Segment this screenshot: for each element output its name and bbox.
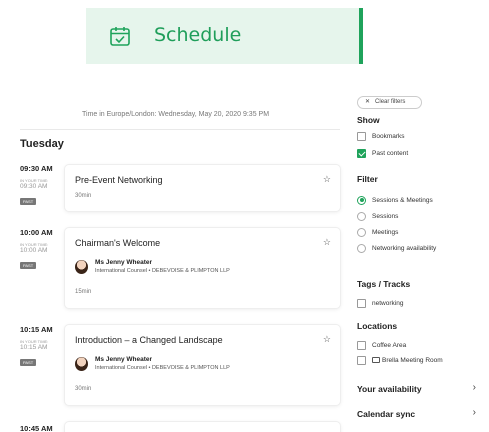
option-label: Sessions bbox=[372, 212, 399, 220]
divider bbox=[20, 129, 340, 130]
banner-accent-bar bbox=[359, 8, 363, 64]
option-label: Coffee Area bbox=[372, 341, 407, 349]
option-label: networking bbox=[372, 299, 404, 307]
past-badge: PAST bbox=[20, 359, 37, 366]
speaker-role: International Counsel • DEBEVOISE & PLIM… bbox=[95, 268, 230, 274]
session-duration: 30min bbox=[75, 193, 92, 199]
session-title[interactable]: Introduction – a Changed Landscape bbox=[75, 335, 223, 345]
checkbox[interactable] bbox=[357, 340, 366, 350]
slot-time: 10:45 AM bbox=[20, 424, 53, 432]
session-title[interactable]: Chairman's Welcome bbox=[75, 238, 160, 248]
time-slot: 10:45 AM bbox=[20, 424, 68, 432]
chevron-right-icon[interactable]: › bbox=[473, 382, 476, 393]
timezone-note: Time in Europe/London: Wednesday, May 20… bbox=[82, 111, 270, 118]
slot-time: 09:30 AM bbox=[20, 164, 53, 173]
radio[interactable] bbox=[357, 211, 366, 221]
availability-label: Your availability bbox=[357, 384, 422, 394]
time-slot: 10:15 AM IN YOUR TIME: 10:15 AM PAST bbox=[20, 325, 68, 369]
session-card[interactable]: Introduction – a Changed Landscape ☆ Ms … bbox=[65, 325, 340, 405]
slot-time: 10:00 AM bbox=[20, 228, 53, 237]
bookmark-star-icon[interactable]: ☆ bbox=[323, 174, 331, 185]
checkbox[interactable] bbox=[357, 355, 366, 365]
speaker-name[interactable]: Ms Jenny Wheater bbox=[95, 259, 152, 266]
clear-filters-button[interactable]: ✕ Clear filters bbox=[357, 96, 422, 109]
speaker-avatar[interactable] bbox=[75, 357, 88, 371]
speaker-role: International Counsel • DEBEVOISE & PLIM… bbox=[95, 365, 230, 371]
chevron-right-icon[interactable]: › bbox=[473, 407, 476, 418]
schedule-banner: Schedule bbox=[86, 8, 363, 64]
location-option-coffee-area[interactable]: Coffee Area bbox=[357, 340, 406, 350]
time-slot: 09:30 AM IN YOUR TIME: 09:30 AM PAST bbox=[20, 164, 68, 208]
location-option-meeting-room[interactable]: Brella Meeting Room bbox=[357, 355, 443, 365]
checkbox[interactable] bbox=[357, 131, 366, 141]
bookmark-star-icon[interactable]: ☆ bbox=[323, 334, 331, 345]
calendar-check-icon bbox=[110, 27, 130, 46]
clear-filters-label: Clear filters bbox=[375, 99, 406, 105]
filter-heading: Filter bbox=[357, 174, 378, 184]
close-icon: ✕ bbox=[365, 99, 371, 105]
option-label: Bookmarks bbox=[372, 132, 405, 140]
option-label: Sessions & Meetings bbox=[372, 196, 433, 204]
filter-option-sessions[interactable]: Sessions bbox=[357, 211, 398, 221]
your-time: 10:15 AM bbox=[20, 344, 48, 351]
checkbox[interactable] bbox=[357, 298, 366, 308]
option-label: Networking availability bbox=[372, 244, 437, 252]
option-label: Meetings bbox=[372, 228, 399, 236]
past-badge: PAST bbox=[20, 198, 37, 205]
session-title[interactable]: Pre-Event Networking bbox=[75, 175, 163, 185]
session-card[interactable] bbox=[65, 422, 340, 432]
time-slot: 10:00 AM IN YOUR TIME: 10:00 AM PAST bbox=[20, 228, 68, 272]
show-option-past-content[interactable]: Past content bbox=[357, 148, 408, 158]
slot-time: 10:15 AM bbox=[20, 325, 53, 334]
radio[interactable] bbox=[357, 243, 366, 253]
your-time: 09:30 AM bbox=[20, 183, 48, 190]
radio-selected[interactable] bbox=[357, 195, 366, 205]
tag-option-networking[interactable]: networking bbox=[357, 298, 403, 308]
filter-option-networking-availability[interactable]: Networking availability bbox=[357, 243, 436, 253]
checkbox-checked[interactable] bbox=[357, 148, 366, 158]
day-heading: Tuesday bbox=[20, 138, 64, 150]
session-duration: 15min bbox=[75, 289, 92, 295]
filter-option-sessions-meetings[interactable]: Sessions & Meetings bbox=[357, 195, 433, 205]
filter-option-meetings[interactable]: Meetings bbox=[357, 227, 398, 237]
tags-heading: Tags / Tracks bbox=[357, 279, 411, 289]
brella-logo-icon bbox=[372, 357, 380, 363]
radio[interactable] bbox=[357, 227, 366, 237]
option-label: Past content bbox=[372, 149, 409, 157]
session-card[interactable]: Chairman's Welcome ☆ Ms Jenny Wheater In… bbox=[65, 228, 340, 308]
page-title: Schedule bbox=[154, 24, 242, 46]
locations-heading: Locations bbox=[357, 321, 398, 331]
show-option-bookmarks[interactable]: Bookmarks bbox=[357, 131, 405, 141]
your-availability-link[interactable]: Your availability bbox=[357, 384, 477, 394]
past-badge: PAST bbox=[20, 262, 37, 269]
bookmark-star-icon[interactable]: ☆ bbox=[323, 237, 331, 248]
speaker-name[interactable]: Ms Jenny Wheater bbox=[95, 356, 152, 363]
speaker-avatar[interactable] bbox=[75, 260, 88, 274]
session-duration: 30min bbox=[75, 386, 92, 392]
show-heading: Show bbox=[357, 115, 380, 125]
session-card[interactable]: Pre-Event Networking ☆ 30min bbox=[65, 165, 340, 211]
your-time: 10:00 AM bbox=[20, 247, 48, 254]
calendar-sync-link[interactable]: Calendar sync bbox=[357, 409, 477, 419]
calendar-sync-label: Calendar sync bbox=[357, 409, 416, 419]
option-label: Brella Meeting Room bbox=[382, 356, 443, 364]
